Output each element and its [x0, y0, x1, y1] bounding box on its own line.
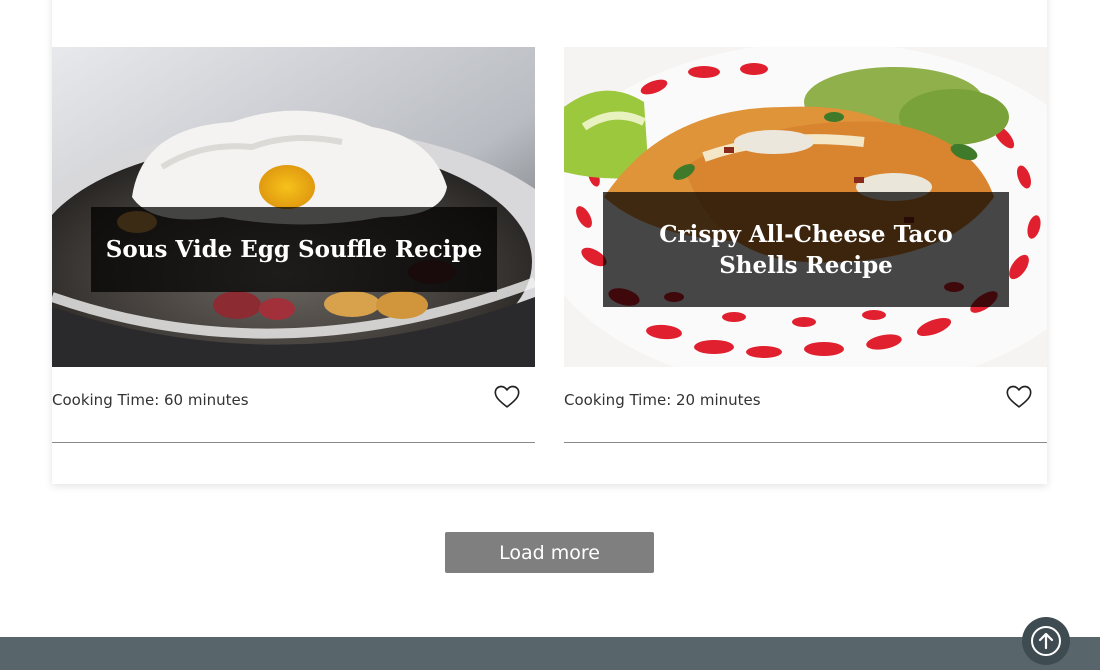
- recipe-photo[interactable]: Sous Vide Egg Souffle Recipe: [52, 47, 535, 367]
- cooking-time: Cooking Time: 20 minutes: [564, 391, 761, 409]
- recipe-meta: Cooking Time: 20 minutes: [564, 367, 1047, 443]
- recipe-title[interactable]: Crispy All-Cheese Taco Shells Recipe: [603, 192, 1009, 307]
- recipe-title[interactable]: Sous Vide Egg Souffle Recipe: [91, 207, 497, 292]
- arrow-up-circle-icon: [1031, 626, 1061, 656]
- heart-outline-icon[interactable]: [1005, 383, 1033, 411]
- scroll-to-top-button[interactable]: [1022, 617, 1070, 665]
- load-more-button[interactable]: Load more: [445, 532, 654, 573]
- cooking-time: Cooking Time: 60 minutes: [52, 391, 249, 409]
- recipe-photo[interactable]: Crispy All-Cheese Taco Shells Recipe: [564, 47, 1047, 367]
- heart-outline-icon[interactable]: [493, 383, 521, 411]
- recipe-meta: Cooking Time: 60 minutes: [52, 367, 535, 443]
- recipe-card[interactable]: Crispy All-Cheese Taco Shells Recipe Coo…: [564, 47, 1047, 443]
- recipe-card[interactable]: Sous Vide Egg Souffle Recipe Cooking Tim…: [52, 47, 535, 443]
- footer: [0, 637, 1100, 670]
